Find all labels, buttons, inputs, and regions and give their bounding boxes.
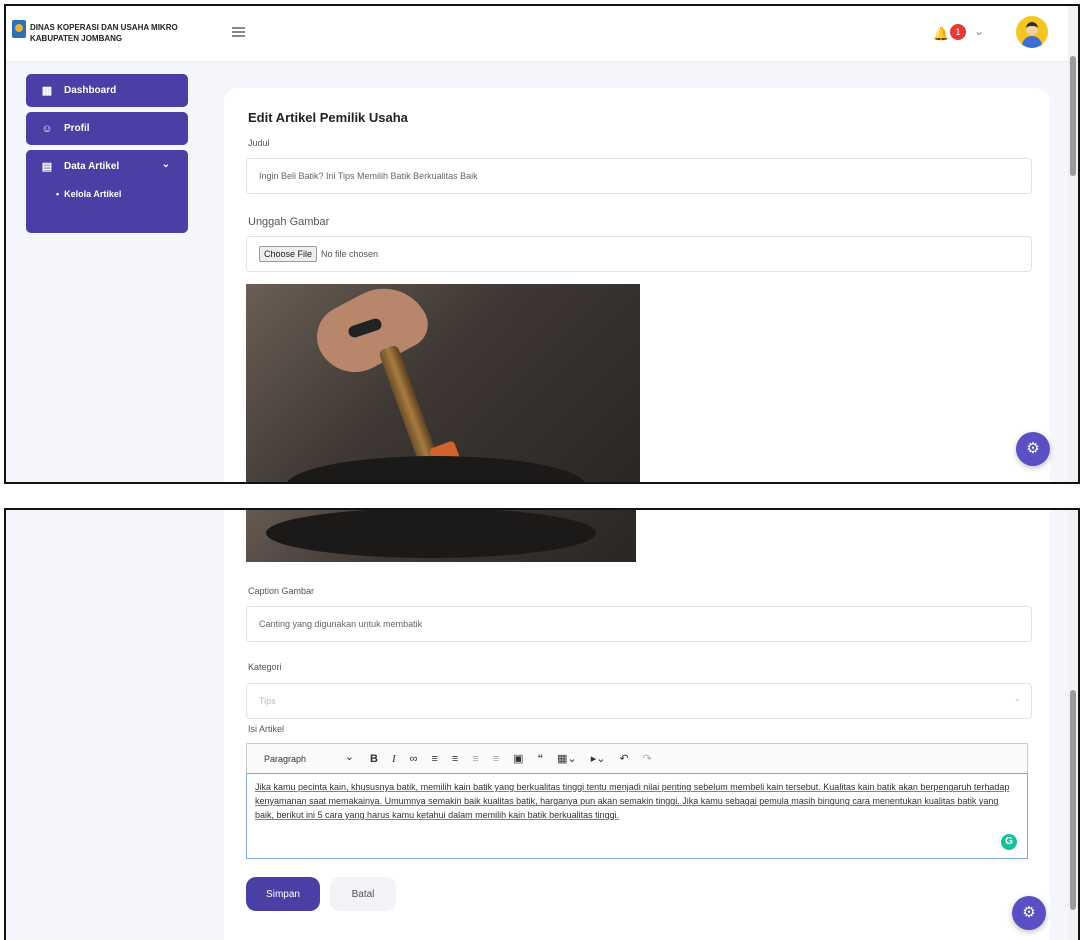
cancel-button[interactable]: Batal [330, 877, 396, 911]
sidebar-item-profil[interactable]: ☺ Profil [26, 112, 188, 145]
grammarly-icon[interactable]: G [1001, 834, 1017, 850]
chevron-down-icon: ⌄ [161, 159, 170, 170]
agency-logo [12, 20, 26, 38]
table-icon[interactable]: ▦⌄ [557, 752, 577, 765]
judul-value: Ingin Beli Batik? Ini Tips Memilih Batik… [259, 171, 478, 181]
brand-name[interactable]: DINAS KOPERASI DAN USAHA MIKRO KABUPATEN… [30, 22, 200, 44]
screenshot-top: DINAS KOPERASI DAN USAHA MIKRO KABUPATEN… [4, 4, 1080, 484]
bold-icon[interactable]: B [370, 753, 378, 765]
edit-article-card: Edit Artikel Pemilik Usaha Judul Ingin B… [224, 88, 1050, 482]
kategori-label: Kategori [248, 662, 282, 672]
caption-input[interactable]: Canting yang digunakan untuk membatik [246, 606, 1032, 642]
scrollbar-thumb[interactable] [1070, 56, 1076, 176]
scrollbar-thumb[interactable] [1070, 690, 1076, 910]
settings-gear-icon[interactable]: ⚙ [1012, 896, 1046, 930]
caption-label: Caption Gambar [248, 586, 315, 596]
notification-badge[interactable]: 1 [950, 24, 966, 40]
sidebar-group-data-artikel: ▤ Data Artikel ⌄ • Kelola Artikel [26, 150, 188, 233]
sidebar-item-label: Data Artikel [64, 161, 120, 172]
avatar-face [1026, 22, 1038, 35]
outdent-icon[interactable]: ≡ [472, 753, 478, 765]
kategori-select[interactable]: Tips ⌄ [246, 683, 1032, 719]
screenshot-bottom: Caption Gambar Canting yang digunakan un… [4, 508, 1080, 940]
save-button[interactable]: Simpan [246, 877, 320, 911]
indent-icon[interactable]: ≡ [493, 753, 499, 765]
sidebar: ▦ Dashboard ☺ Profil ▤ Data Artikel ⌄ • … [26, 74, 188, 233]
article-image-preview [246, 284, 640, 482]
caption-value: Canting yang digunakan untuk membatik [259, 619, 423, 629]
italic-icon[interactable]: I [392, 753, 396, 765]
image-icon[interactable]: ▣ [513, 752, 523, 765]
scrollbar[interactable] [1068, 6, 1078, 482]
user-icon: ☺ [41, 122, 53, 135]
link-icon[interactable]: ∞ [410, 753, 418, 765]
brand-line-2: KABUPATEN JOMBANG [30, 34, 123, 43]
kategori-value: Tips [259, 696, 276, 706]
scrollbar[interactable] [1068, 510, 1078, 940]
settings-gear-icon[interactable]: ⚙ [1016, 432, 1050, 466]
article-body-text: Jika kamu pecinta kain, khususnya batik,… [255, 782, 1010, 820]
user-avatar[interactable] [1016, 16, 1048, 48]
undo-icon[interactable]: ↶ [619, 752, 628, 765]
sidebar-subitem-kelola-artikel[interactable]: • Kelola Artikel [26, 183, 188, 205]
paragraph-select[interactable]: Paragraph [254, 750, 356, 764]
unggah-gambar-label: Unggah Gambar [248, 216, 330, 228]
editor-toolbar: Paragraph B I ∞ ≡ ≡ ≡ ≡ ▣ “ ▦⌄ ▸⌄ ↶ ↷ [246, 743, 1028, 773]
chevron-down-icon: ⌄ [1013, 693, 1021, 703]
bullet-icon: • [56, 189, 65, 199]
numbered-list-icon[interactable]: ≡ [452, 753, 458, 765]
page-title: Edit Artikel Pemilik Usaha [248, 110, 408, 125]
sidebar-item-dashboard[interactable]: ▦ Dashboard [26, 74, 188, 107]
choose-file-button[interactable]: Choose File [259, 246, 318, 262]
judul-label: Judul [248, 138, 270, 148]
redo-icon[interactable]: ↷ [643, 752, 652, 765]
judul-input[interactable]: Ingin Beli Batik? Ini Tips Memilih Batik… [246, 158, 1032, 194]
edit-article-card-lower: Caption Gambar Canting yang digunakan un… [224, 510, 1050, 940]
no-file-text: No file chosen [321, 249, 379, 259]
grid-icon: ▦ [41, 85, 53, 97]
bulleted-list-icon[interactable]: ≡ [431, 753, 437, 765]
hamburger-menu-icon[interactable] [232, 27, 245, 37]
brand-line-1: DINAS KOPERASI DAN USAHA MIKRO [30, 23, 178, 32]
sidebar-item-data-artikel[interactable]: ▤ Data Artikel ⌄ [26, 150, 188, 183]
article-body-editor[interactable]: Jika kamu pecinta kain, khususnya batik,… [246, 773, 1028, 859]
sidebar-item-label: Dashboard [64, 85, 117, 96]
avatar-body [1022, 36, 1042, 48]
top-bar: DINAS KOPERASI DAN USAHA MIKRO KABUPATEN… [6, 6, 1078, 62]
media-embed-icon[interactable]: ▸⌄ [591, 752, 606, 765]
chevron-down-icon[interactable]: ⌄ [974, 24, 984, 38]
document-icon: ▤ [41, 161, 53, 173]
article-image-preview-bottom [246, 510, 636, 562]
sidebar-subitem-label: Kelola Artikel [64, 189, 122, 199]
file-upload-field[interactable]: Choose File No file chosen [246, 236, 1032, 272]
bell-icon[interactable]: 🔔 [933, 26, 949, 42]
sidebar-item-label: Profil [64, 123, 90, 134]
quote-icon[interactable]: “ [538, 753, 544, 765]
isi-artikel-label: Isi Artikel [248, 724, 285, 734]
